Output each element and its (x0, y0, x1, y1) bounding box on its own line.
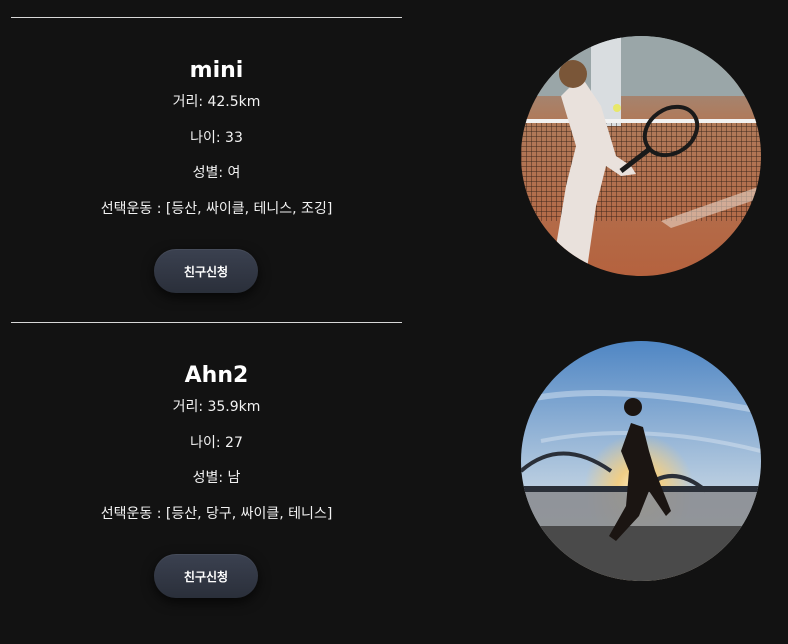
user-age: 나이: 27 (190, 435, 243, 451)
user-card: Ahn2 거리: 35.9km 나이: 27 성별: 남 선택운동 : [등산,… (0, 323, 788, 623)
user-gender: 성별: 여 (192, 165, 241, 181)
user-gender: 성별: 남 (192, 470, 241, 486)
user-name: mini (189, 58, 244, 83)
user-distance: 거리: 42.5km (172, 94, 261, 110)
user-age: 나이: 33 (190, 130, 243, 146)
friend-request-button[interactable]: 친구신청 (154, 554, 258, 598)
user-distance: 거리: 35.9km (172, 399, 261, 415)
runner-sunset-photo (521, 341, 761, 581)
friend-list: mini 거리: 42.5km 나이: 33 성별: 여 선택운동 : [등산,… (0, 0, 788, 644)
user-sports: 선택운동 : [등산, 싸이클, 테니스, 조깅] (100, 201, 333, 217)
user-card: mini 거리: 42.5km 나이: 33 성별: 여 선택운동 : [등산,… (0, 18, 788, 318)
user-sports: 선택운동 : [등산, 당구, 싸이클, 테니스] (100, 506, 333, 522)
user-name: Ahn2 (184, 363, 249, 388)
friend-request-button[interactable]: 친구신청 (154, 249, 258, 293)
tennis-player-photo (521, 36, 761, 276)
